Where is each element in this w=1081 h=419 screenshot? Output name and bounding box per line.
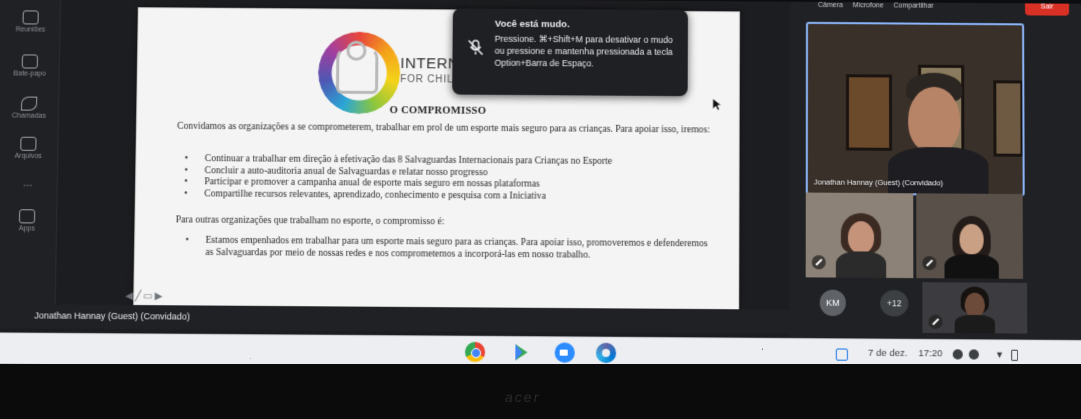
video-tile-presenter[interactable]: Jonathan Hannay (Guest) (Convidado) xyxy=(806,22,1025,196)
rail-item-apps[interactable]: Apps xyxy=(4,209,51,233)
calendar-icon xyxy=(23,10,39,24)
slide-bullet: Compartilhe recursos relevantes, aprendi… xyxy=(184,188,726,203)
toast-body: Pressione. ⌘+Shift+M para desativar o mu… xyxy=(494,33,680,70)
participant-face xyxy=(959,224,983,254)
logo-head xyxy=(346,41,366,61)
app-rail: Reuniões Bate-papo Chamadas Arquivos ...… xyxy=(0,0,61,329)
play-store-icon[interactable] xyxy=(511,342,531,362)
mic-off-icon xyxy=(928,315,942,329)
zoom-icon[interactable] xyxy=(555,342,575,362)
screen: Reuniões Bate-papo Chamadas Arquivos ...… xyxy=(0,0,1081,379)
mute-toast: Você está mudo. Pressione. ⌘+Shift+M par… xyxy=(452,8,688,96)
phone-icon xyxy=(21,97,37,111)
participant-face xyxy=(965,293,985,317)
slide-nav-controls[interactable]: ◀╱▭▶ xyxy=(125,291,186,304)
mic-button[interactable]: Microfone xyxy=(853,2,884,9)
avatar[interactable]: KM xyxy=(820,290,846,317)
wifi-icon[interactable]: ▼ xyxy=(995,350,1004,360)
screen-capture-icon[interactable] xyxy=(836,348,848,360)
webex-icon[interactable] xyxy=(596,343,616,363)
participant-shirt xyxy=(955,315,995,334)
battery-icon[interactable] xyxy=(1011,350,1018,361)
rail-item-chat[interactable]: Bate-papo xyxy=(7,54,53,77)
brand-logo: acer xyxy=(505,389,540,405)
slide-intro: Convidamos as organizações a se comprome… xyxy=(177,121,739,137)
participant-shirt xyxy=(836,251,886,278)
mic-off-icon xyxy=(812,255,826,269)
next-slide-icon[interactable]: ▶ xyxy=(155,291,165,302)
prev-slide-icon[interactable]: ◀ xyxy=(125,291,135,302)
wall-art xyxy=(846,74,892,151)
pen-icon[interactable]: ╱ xyxy=(135,291,143,302)
participant-face xyxy=(848,221,874,253)
status-icon[interactable] xyxy=(969,349,979,359)
presenter-face xyxy=(908,87,960,154)
rail-item-meetings[interactable]: Reuniões xyxy=(7,10,53,33)
apps-icon xyxy=(19,209,35,223)
slide-title: O COMPROMISSO xyxy=(137,103,739,118)
video-tile-participant[interactable] xyxy=(916,193,1023,279)
share-button[interactable]: Compartilhar xyxy=(894,2,934,9)
leave-button[interactable]: Sair xyxy=(1025,3,1069,15)
presenter-bar: Jonathan Hannay (Guest) (Convidado) xyxy=(0,304,800,334)
rail-item-calls[interactable]: Chamadas xyxy=(6,96,53,119)
wall-art xyxy=(993,80,1023,157)
slides-icon[interactable]: ▭ xyxy=(143,291,155,302)
rail-item-more[interactable]: ... xyxy=(4,177,50,189)
toast-title: Você está mudo. xyxy=(495,19,570,31)
rail-item-files[interactable]: Arquivos xyxy=(5,137,52,160)
clock[interactable]: 17:20 xyxy=(918,348,942,359)
mouse-cursor-icon xyxy=(712,97,724,111)
slide-commitment: Estamos empenhados em trabalhar para um … xyxy=(185,235,708,263)
mic-off-icon xyxy=(467,38,485,56)
video-tile-participant[interactable] xyxy=(806,193,914,279)
files-icon xyxy=(20,137,36,151)
video-tile-participant[interactable] xyxy=(922,282,1027,333)
chrome-icon[interactable] xyxy=(465,342,485,362)
slide-bullets: Continuar a trabalhar em direção à efeti… xyxy=(184,153,726,204)
camera-button[interactable]: Câmera xyxy=(818,2,843,9)
mic-off-icon xyxy=(922,256,936,270)
tile-name: Jonathan Hannay (Guest) (Convidado) xyxy=(814,177,943,187)
laptop-bezel: acer xyxy=(0,364,1081,419)
slide-other-intro: Para outras organizações que trabalham n… xyxy=(176,214,719,230)
presenter-name: Jonathan Hannay (Guest) (Convidado) xyxy=(34,310,190,321)
participant-shirt xyxy=(944,254,998,279)
brand-line-2: FOR CHIL xyxy=(400,74,453,85)
date[interactable]: 7 de dez. xyxy=(868,348,907,359)
more-participants-button[interactable]: +12 xyxy=(880,290,908,317)
chat-icon xyxy=(22,54,38,68)
status-icon[interactable] xyxy=(953,349,963,359)
top-controls: Câmera Microfone Compartilhar xyxy=(818,2,942,15)
